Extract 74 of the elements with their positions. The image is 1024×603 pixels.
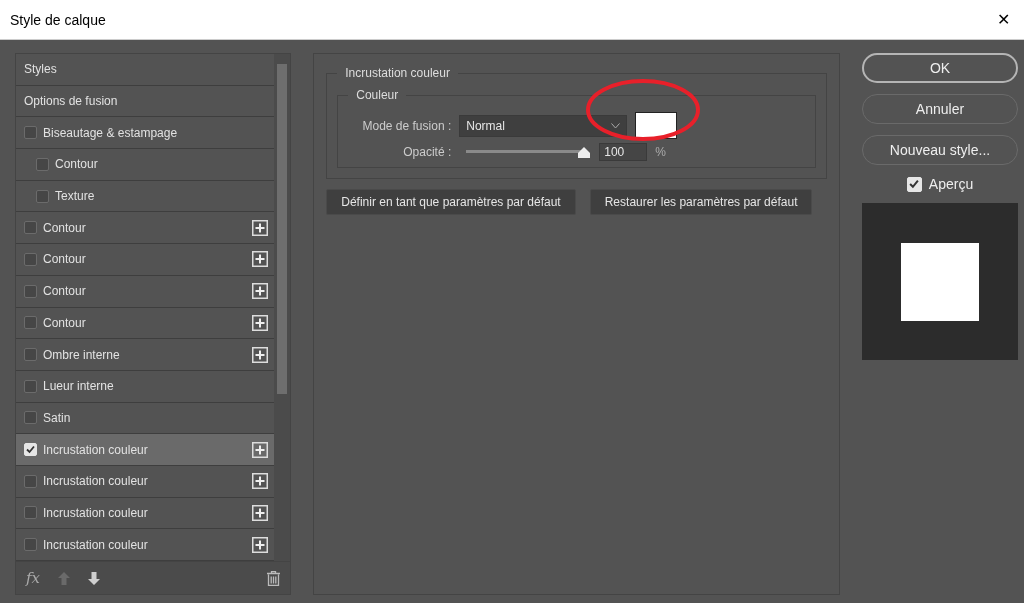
unit-label: % — [655, 145, 666, 159]
field-label: Mode de fusion : — [361, 118, 452, 133]
blend-mode-dropdown[interactable]: Normal — [459, 114, 628, 137]
style-list-item[interactable]: Contour — [16, 212, 275, 245]
defaults-button[interactable]: Restaurer les paramètres par défaut — [589, 189, 813, 215]
add-icon[interactable] — [252, 536, 269, 553]
defaults-button[interactable]: Définir en tant que paramètres par défaut — [326, 189, 576, 215]
style-list-item[interactable]: Styles — [16, 54, 275, 86]
close-button[interactable]: ✕ — [993, 8, 1014, 31]
add-icon[interactable] — [252, 314, 269, 331]
style-label: Biseautage & estampage — [43, 125, 179, 140]
window-title: Style de calque — [10, 11, 106, 28]
checkbox[interactable] — [24, 474, 37, 488]
group-title: Couleur — [355, 88, 400, 102]
dialog-button[interactable]: Annuler — [862, 94, 1018, 124]
add-icon[interactable] — [252, 251, 269, 268]
style-list-item[interactable]: Contour — [16, 244, 275, 276]
checkbox[interactable] — [24, 284, 37, 298]
scrollbar-thumb[interactable] — [277, 64, 288, 394]
style-list-item[interactable]: Options de fusion — [16, 85, 275, 118]
style-list-item[interactable]: Ombre interne — [16, 339, 275, 371]
preview-label: Aperçu — [928, 176, 974, 192]
checkbox[interactable] — [36, 189, 49, 203]
add-icon[interactable] — [252, 441, 269, 458]
style-list-item[interactable]: Incrustation couleur — [16, 434, 275, 466]
style-list-item[interactable]: Incrustation couleur — [16, 497, 275, 530]
style-label: Contour — [43, 284, 87, 299]
style-label: Lueur interne — [43, 379, 115, 394]
checkbox[interactable] — [24, 506, 37, 520]
slider-thumb[interactable] — [578, 147, 591, 158]
style-label: Ombre interne — [43, 347, 121, 362]
style-list-item[interactable]: Contour — [16, 307, 275, 340]
add-icon[interactable] — [252, 219, 269, 236]
style-list-item[interactable]: Incrustation couleur — [16, 529, 275, 561]
fx-button[interactable]: fx — [26, 569, 40, 587]
section-title: Incrustation couleur — [344, 66, 451, 80]
style-list-item[interactable]: Texture — [16, 180, 275, 213]
style-list-item[interactable]: Contour — [16, 149, 275, 181]
checkbox[interactable] — [24, 316, 37, 330]
style-list-item[interactable]: Contour — [16, 275, 275, 308]
add-icon[interactable] — [252, 346, 269, 363]
style-label: Incrustation couleur — [43, 537, 149, 552]
style-label: Incrustation couleur — [43, 474, 149, 489]
trash-icon[interactable] — [267, 570, 281, 586]
checkbox[interactable] — [24, 379, 37, 393]
preview-checkbox[interactable] — [906, 176, 922, 192]
opacity-field[interactable]: 100 — [599, 143, 648, 161]
checkbox[interactable] — [24, 252, 37, 266]
style-list-item[interactable]: Lueur interne — [16, 370, 275, 403]
style-list-item[interactable]: Satin — [16, 402, 275, 435]
add-icon[interactable] — [252, 283, 269, 300]
dialog-button[interactable]: Nouveau style... — [862, 135, 1018, 165]
checkbox[interactable] — [24, 411, 37, 425]
style-list-item[interactable]: Incrustation couleur — [16, 465, 275, 498]
add-icon[interactable] — [252, 504, 269, 521]
style-label: Texture — [55, 189, 96, 204]
checkbox[interactable] — [24, 221, 37, 235]
style-label: Satin — [43, 410, 72, 425]
style-label: Incrustation couleur — [43, 442, 149, 457]
checkbox[interactable] — [24, 348, 37, 362]
field-label: Opacité : — [402, 145, 452, 159]
style-label: Contour — [43, 315, 87, 330]
down-arrow-icon[interactable] — [88, 571, 100, 585]
style-label: Contour — [43, 252, 87, 267]
caret-icon — [611, 122, 621, 129]
checkbox[interactable] — [24, 538, 37, 552]
checkbox[interactable] — [36, 157, 49, 171]
style-list-item[interactable]: Biseautage & estampage — [16, 117, 275, 150]
add-icon[interactable] — [252, 473, 269, 490]
style-label: Incrustation couleur — [43, 505, 149, 520]
checkbox[interactable] — [24, 126, 37, 140]
dialog-button[interactable]: OK — [862, 53, 1018, 83]
style-label: Contour — [43, 220, 87, 235]
style-label: Contour — [55, 157, 99, 172]
